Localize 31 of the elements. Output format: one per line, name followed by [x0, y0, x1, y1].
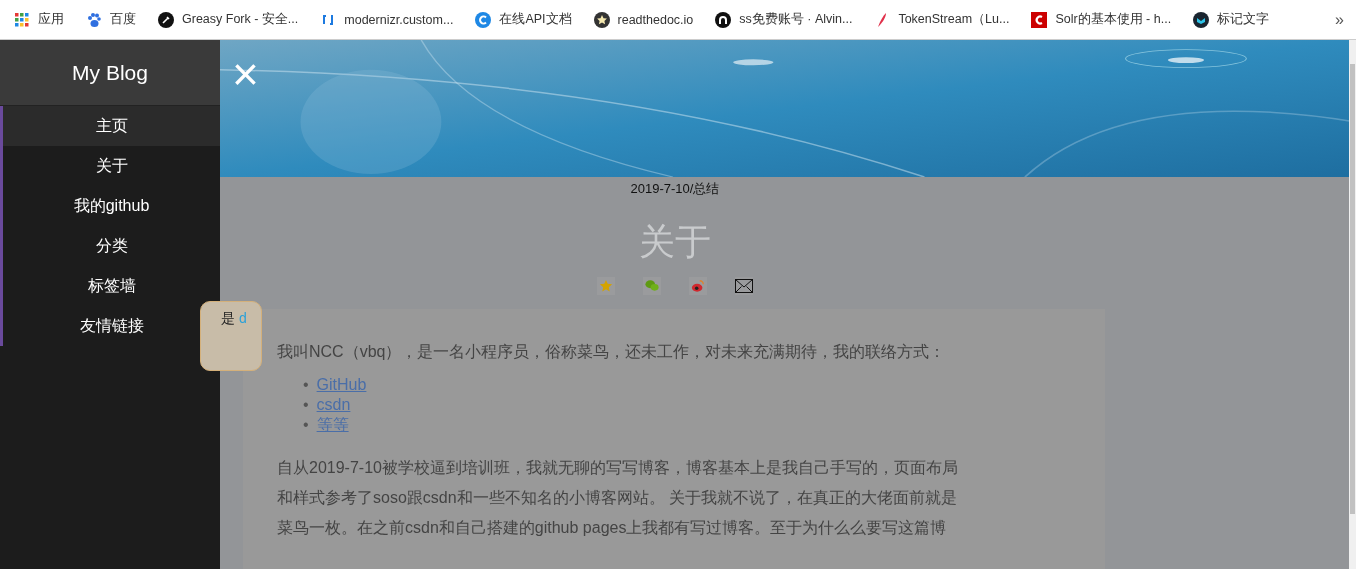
post-date: 2019-7-10/总结: [630, 180, 720, 198]
bookmark-link[interactable]: 应用: [14, 11, 64, 28]
bookmark-link[interactable]: Solr的基本使用 - h...: [1031, 11, 1172, 28]
bookmark-link[interactable]: ss免费账号 · Alvin...: [715, 11, 853, 28]
bookmark-link[interactable]: Greasy Fork - 安全...: [158, 11, 299, 28]
bullet: •: [303, 415, 309, 435]
c-logo-icon: [1031, 11, 1048, 28]
bullet: •: [303, 375, 309, 395]
bookmark-logo-icon: [1193, 11, 1210, 28]
sidebar-item[interactable]: 主页: [3, 106, 220, 146]
star-icon[interactable]: [599, 279, 613, 293]
fork-icon: [158, 11, 174, 28]
weibo-icon[interactable]: [691, 279, 705, 293]
mail-icon[interactable]: [735, 279, 753, 293]
bookmark-link[interactable]: readthedoc.io: [593, 11, 694, 28]
chat-bubbles-icon[interactable]: [644, 279, 660, 293]
scrollbar[interactable]: [1349, 40, 1356, 569]
bookmark-link[interactable]: TokenStream（Lu...: [874, 11, 1010, 28]
bookmark-link[interactable]: 标记文字: [1193, 11, 1270, 28]
article-paragraph: 自从2019-7-10被学校逼到培训班，我就无聊的写写博客，博客基本上是我自己手写的，页面布局和样式参考了soso跟csdn和一些不知名的小博客网站。 关于我就不说了，在真正的大佬面前就是菜鸟一枚。在之前csdn和自己搭建的github pages上我都有写过博客。至于为什么么要写这篇博: [277, 458, 959, 538]
blog-title: My Blog: [0, 40, 220, 106]
bubble-text: 是: [221, 310, 236, 326]
bookmark-link[interactable]: 在线API文档: [475, 11, 572, 28]
bookmark-link[interactable]: 百度: [86, 11, 136, 28]
apps-grid-icon: [14, 11, 30, 28]
bullet: •: [303, 395, 309, 415]
bookmark-link[interactable]: modernizr.custom...: [320, 11, 454, 28]
c-logo-icon: [475, 11, 492, 28]
intro-text: 我叫NCC（vbq），是一名小程序员，俗称菜鸟，还未工作，对未来充满期待，我的联络方式：: [277, 342, 947, 362]
more-bookmarks-button[interactable]: »: [1335, 10, 1344, 29]
paw-icon: [86, 11, 102, 28]
